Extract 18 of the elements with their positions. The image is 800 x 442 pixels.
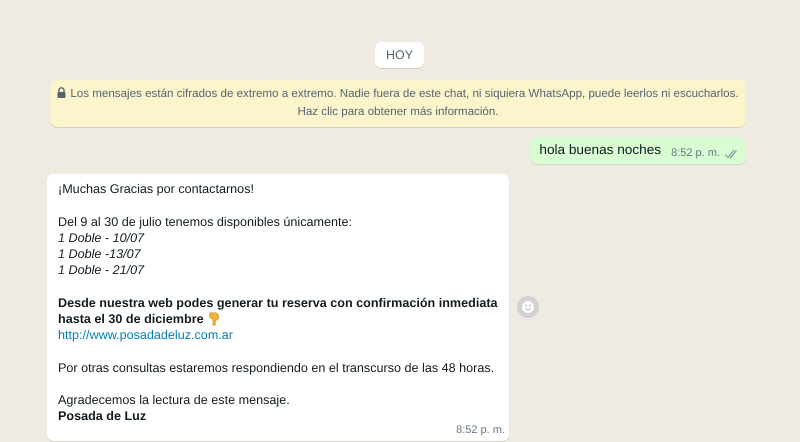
message-text: Agradecemos la lectura de este mensaje. xyxy=(58,392,290,408)
website-link[interactable]: http://www.posadadeluz.com.ar xyxy=(58,327,234,344)
message-text: Del 9 al 30 de julio tenemos disponibles únicamente: xyxy=(58,214,352,230)
message-time: 8:52 p. m. xyxy=(456,422,505,438)
message-text: Desde nuestra web podes generar tu reserva con confirmación inmediata hasta el 30 de diciembre xyxy=(58,294,499,328)
message-text: Posada de Luz xyxy=(58,408,146,425)
message-text: 1 Doble -13/07 xyxy=(58,246,141,262)
message-time: 8:52 p. m. xyxy=(671,146,720,162)
message-text: Por otras consultas estaremos respondiendo en el transcurso de las 48 horas. xyxy=(58,360,494,376)
lock-icon xyxy=(57,87,66,98)
encryption-notice[interactable]: Los mensajes están cifrados de extremo a extremo. Nadie fuera de este chat, ni siquiera WhatsApp, puede leerlos ni escucharlos. Haz clic para obtener más información. xyxy=(50,80,746,127)
message-text: ¡Muchas Gracias por contactarnos! xyxy=(58,181,254,198)
message-text: hola buenas noches xyxy=(539,142,662,158)
message-text: 1 Doble - 10/07 xyxy=(58,230,144,246)
message-text: 1 Doble - 21/07 xyxy=(58,262,144,279)
smiley-icon xyxy=(521,300,535,314)
emoji-reaction-button[interactable] xyxy=(517,296,539,318)
date-chip: HOY xyxy=(374,42,424,68)
